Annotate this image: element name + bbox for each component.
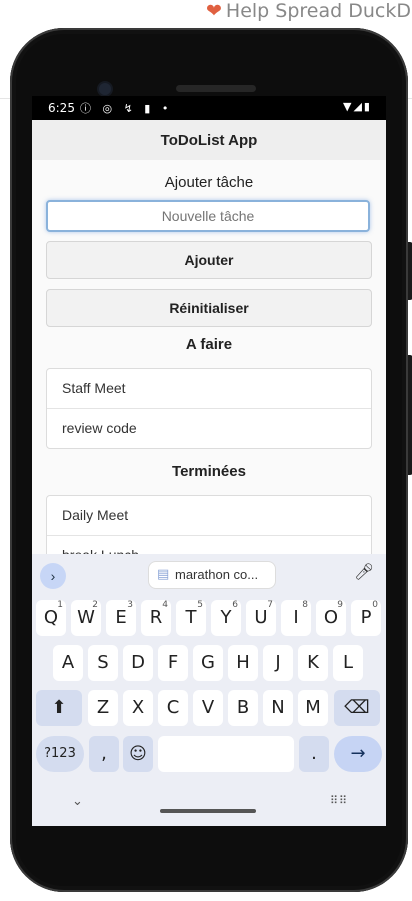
keyboard-switch-icon[interactable]: ⠿⠿ — [330, 794, 348, 807]
todo-item[interactable]: review code — [47, 409, 371, 448]
gesture-nav-pill[interactable] — [160, 809, 256, 813]
front-camera — [99, 83, 111, 95]
key-o[interactable]: O9 — [316, 600, 346, 636]
done-heading: Terminées — [172, 463, 246, 480]
key-m[interactable]: M — [298, 690, 328, 726]
status-bar: 6:25 ⓘ ◎ ↯ ▮ • ▼◢▮ — [32, 96, 386, 120]
period-key[interactable]: . — [299, 736, 329, 772]
key-hint-number: 2 — [92, 600, 98, 610]
keyboard-toolbar: › ▤ marathon co... 🎤︎ — [32, 554, 386, 596]
phone-screen: 6:25 ⓘ ◎ ↯ ▮ • ▼◢▮ ToDoList App Ajouter … — [32, 96, 386, 826]
hide-keyboard-icon[interactable]: ⌄ — [72, 794, 83, 809]
key-j[interactable]: J — [263, 645, 293, 681]
keyboard-nav-row: ⌄ ⠿⠿ — [32, 786, 386, 826]
suggestion-text: marathon co... — [175, 567, 259, 582]
key-r[interactable]: R4 — [141, 600, 171, 636]
status-time: 6:25 — [48, 101, 75, 115]
done-item[interactable]: Daily Meet — [47, 496, 371, 536]
key-label: T — [185, 607, 197, 628]
key-g[interactable]: G — [193, 645, 223, 681]
key-f[interactable]: F — [158, 645, 188, 681]
heart-icon: ❤ — [206, 0, 222, 22]
page-banner[interactable]: ❤ Help Spread DuckD — [206, 0, 412, 22]
key-w[interactable]: W2 — [71, 600, 101, 636]
earpiece-speaker — [176, 85, 256, 92]
key-label: P — [360, 607, 372, 628]
backspace-key[interactable]: ⌫ — [334, 690, 380, 726]
key-hint-number: 3 — [127, 600, 133, 610]
key-x[interactable]: X — [123, 690, 153, 726]
signal-battery-icons: ▼◢▮ — [343, 100, 372, 113]
key-z[interactable]: Z — [88, 690, 118, 726]
new-task-input[interactable] — [46, 200, 370, 232]
key-n[interactable]: N — [263, 690, 293, 726]
notification-icons: ⓘ ◎ ↯ ▮ • — [80, 102, 173, 115]
add-button[interactable]: Ajouter — [46, 241, 372, 279]
key-label: Q — [43, 607, 59, 628]
key-s[interactable]: S — [88, 645, 118, 681]
todo-item[interactable]: Staff Meet — [47, 369, 371, 409]
space-key[interactable] — [158, 736, 294, 772]
banner-text: Help Spread DuckD — [225, 0, 411, 22]
key-y[interactable]: Y6 — [211, 600, 241, 636]
chevron-right-icon[interactable]: › — [40, 563, 66, 589]
app-title: ToDoList App — [160, 131, 258, 149]
key-hint-number: 8 — [302, 600, 308, 610]
key-hint-number: 5 — [197, 600, 203, 610]
key-v[interactable]: V — [193, 690, 223, 726]
todo-list: Staff Meet review code — [46, 368, 372, 449]
key-q[interactable]: Q1 — [36, 600, 66, 636]
symbols-key[interactable]: ?123 — [36, 736, 84, 772]
reset-button[interactable]: Réinitialiser — [46, 289, 372, 327]
add-task-label: Ajouter tâche — [164, 174, 254, 191]
key-e[interactable]: E3 — [106, 600, 136, 636]
key-hint-number: 7 — [267, 600, 273, 610]
soft-keyboard: › ▤ marathon co... 🎤︎ Q1W2E3R4T5Y6U7I8O9… — [32, 554, 386, 826]
key-label: O — [323, 607, 339, 628]
app-bar: ToDoList App — [32, 120, 386, 160]
key-label: R — [149, 607, 163, 628]
clipboard-suggestion[interactable]: ▤ marathon co... — [148, 561, 276, 589]
todo-heading: A faire — [185, 336, 233, 353]
microphone-icon[interactable]: 🎤︎ — [354, 562, 374, 581]
key-k[interactable]: K — [298, 645, 328, 681]
key-b[interactable]: B — [228, 690, 258, 726]
key-label: E — [115, 607, 127, 628]
key-hint-number: 4 — [162, 600, 168, 610]
key-d[interactable]: D — [123, 645, 153, 681]
key-l[interactable]: L — [333, 645, 363, 681]
key-u[interactable]: U7 — [246, 600, 276, 636]
shift-key[interactable]: ⬆ — [36, 690, 82, 726]
key-p[interactable]: P0 — [351, 600, 381, 636]
key-a[interactable]: A — [53, 645, 83, 681]
key-label: Y — [220, 607, 232, 628]
key-hint-number: 0 — [372, 600, 378, 610]
key-label: I — [293, 607, 299, 628]
enter-key[interactable]: → — [334, 736, 382, 772]
key-hint-number: 1 — [57, 600, 63, 610]
key-i[interactable]: I8 — [281, 600, 311, 636]
key-hint-number: 9 — [337, 600, 343, 610]
comma-key[interactable]: , — [89, 736, 119, 772]
clipboard-icon: ▤ — [157, 567, 170, 582]
key-label: U — [254, 607, 268, 628]
key-c[interactable]: C — [158, 690, 188, 726]
key-t[interactable]: T5 — [176, 600, 206, 636]
key-hint-number: 6 — [232, 600, 238, 610]
emoji-icon[interactable]: ☺ — [123, 736, 153, 772]
key-h[interactable]: H — [228, 645, 258, 681]
